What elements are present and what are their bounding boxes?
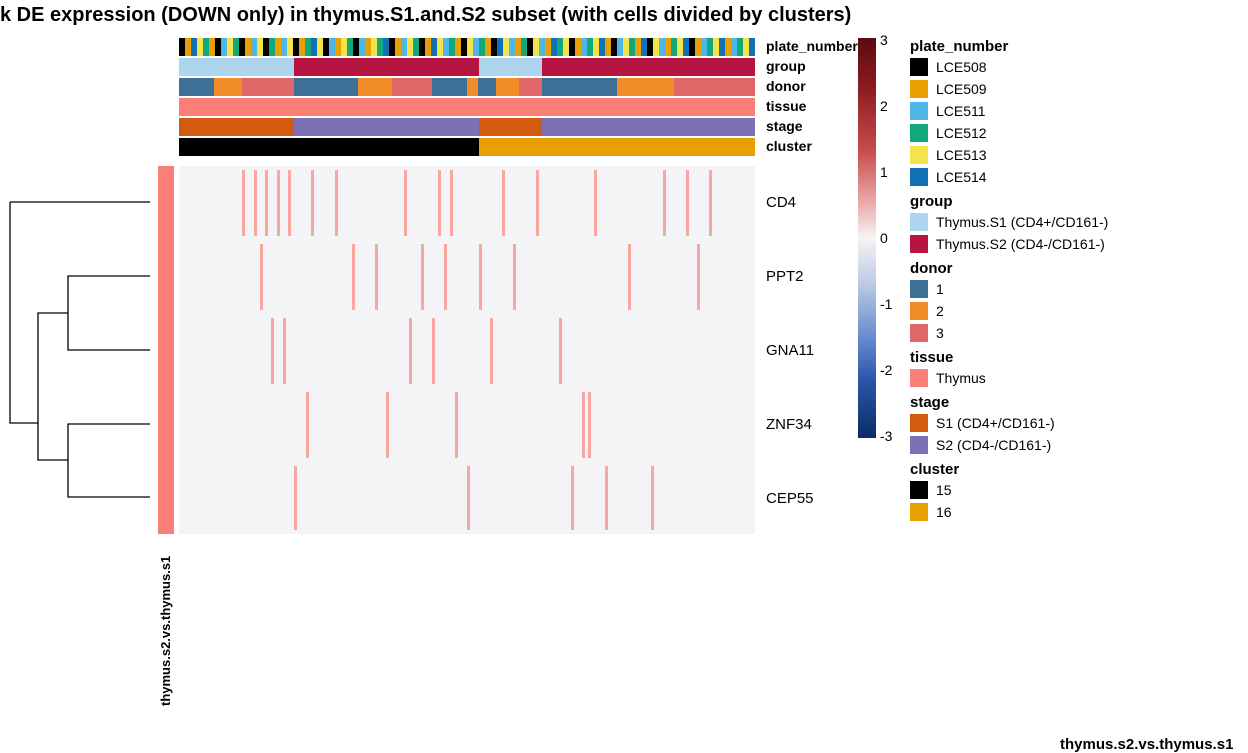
legend-swatch <box>910 369 928 387</box>
annotation-row-tissue <box>179 98 755 116</box>
legend-swatch <box>910 102 928 120</box>
legend-item: LCE514 <box>910 167 1240 187</box>
legend-swatch <box>910 124 928 142</box>
cutoff-label: thymus.s2.vs.thymus.s1 <box>1060 736 1233 753</box>
annotation-label: donor <box>766 78 806 94</box>
annotation-row-stage <box>179 118 755 136</box>
color-scale-tick: 3 <box>880 32 888 48</box>
legend-title-plate_number: plate_number <box>910 38 1240 55</box>
gene-label: CEP55 <box>766 490 814 507</box>
legend-item: S1 (CD4+/CD161-) <box>910 413 1240 433</box>
color-scale-tick: 2 <box>880 98 888 114</box>
annotation-label: tissue <box>766 98 806 114</box>
legend-swatch <box>910 436 928 454</box>
legend-item: LCE508 <box>910 57 1240 77</box>
legend-label: LCE514 <box>936 169 987 185</box>
legend-label: 16 <box>936 504 952 520</box>
gene-label: ZNF34 <box>766 416 812 433</box>
legend-item: Thymus <box>910 368 1240 388</box>
legend-label: LCE512 <box>936 125 987 141</box>
heatmap-row <box>179 166 755 240</box>
legend-swatch <box>910 503 928 521</box>
legend-swatch <box>910 213 928 231</box>
legend-label: LCE511 <box>936 103 986 119</box>
legend-item: 2 <box>910 301 1240 321</box>
heatmap-row <box>179 240 755 314</box>
color-scale-tick: -1 <box>880 296 892 312</box>
row-dendrogram <box>8 166 150 534</box>
legend-label: Thymus.S2 (CD4-/CD161-) <box>936 236 1105 252</box>
legend-item: Thymus.S2 (CD4-/CD161-) <box>910 234 1240 254</box>
color-scale-tick: 1 <box>880 164 888 180</box>
row-annotation-label: thymus.s2.vs.thymus.s1 <box>158 556 173 706</box>
column-annotation-block <box>179 38 755 158</box>
legend-label: Thymus <box>936 370 986 386</box>
legend-swatch <box>910 146 928 164</box>
legend-title-donor: donor <box>910 260 1240 277</box>
legend-label: 2 <box>936 303 944 319</box>
annotation-label: cluster <box>766 138 812 154</box>
legend-item: 3 <box>910 323 1240 343</box>
legend-title-tissue: tissue <box>910 349 1240 366</box>
annotation-row-cluster <box>179 138 755 156</box>
legend-swatch <box>910 414 928 432</box>
legend-label: Thymus.S1 (CD4+/CD161-) <box>936 214 1108 230</box>
gene-label: GNA11 <box>766 342 814 359</box>
legend-label: LCE513 <box>936 147 987 163</box>
heatmap-row <box>179 314 755 388</box>
color-scale-tick: -3 <box>880 428 892 444</box>
color-scale-tick: 0 <box>880 230 888 246</box>
annotation-row-group <box>179 58 755 76</box>
legend-label: 15 <box>936 482 952 498</box>
row-annotation-bar <box>158 166 174 534</box>
color-scale-bar <box>858 38 876 438</box>
gene-label: CD4 <box>766 194 796 211</box>
legend-swatch <box>910 302 928 320</box>
legend-swatch <box>910 481 928 499</box>
legend-label: LCE508 <box>936 59 987 75</box>
legend-swatch <box>910 80 928 98</box>
heatmap-body <box>179 166 755 534</box>
legend-swatch <box>910 324 928 342</box>
chart-title: k DE expression (DOWN only) in thymus.S1… <box>0 4 851 27</box>
legend-item: 16 <box>910 502 1240 522</box>
legend-item: 1 <box>910 279 1240 299</box>
annotation-label: group <box>766 58 806 74</box>
legend-swatch <box>910 280 928 298</box>
heatmap-row <box>179 462 755 534</box>
legend-label: 3 <box>936 325 944 341</box>
legend-title-stage: stage <box>910 394 1240 411</box>
gene-label: PPT2 <box>766 268 804 285</box>
legend-swatch <box>910 235 928 253</box>
legend-title-cluster: cluster <box>910 461 1240 478</box>
legend-item: S2 (CD4-/CD161-) <box>910 435 1240 455</box>
legend-label: S1 (CD4+/CD161-) <box>936 415 1055 431</box>
legend-item: 15 <box>910 480 1240 500</box>
legend-swatch <box>910 168 928 186</box>
legend-panel: plate_number LCE508 LCE509 LCE511 LCE512 LCE5… <box>910 32 1240 524</box>
annotation-label: plate_number <box>766 38 858 54</box>
color-scale-tick: -2 <box>880 362 892 378</box>
heatmap-row <box>179 388 755 462</box>
legend-title-group: group <box>910 193 1240 210</box>
legend-item: LCE513 <box>910 145 1240 165</box>
legend-label: LCE509 <box>936 81 987 97</box>
legend-item: LCE509 <box>910 79 1240 99</box>
legend-label: 1 <box>936 281 944 297</box>
annotation-row-donor <box>179 78 755 96</box>
legend-item: LCE512 <box>910 123 1240 143</box>
legend-swatch <box>910 58 928 76</box>
legend-label: S2 (CD4-/CD161-) <box>936 437 1051 453</box>
annotation-row-plate-number <box>179 38 755 56</box>
legend-item: LCE511 <box>910 101 1240 121</box>
annotation-label: stage <box>766 118 803 134</box>
legend-item: Thymus.S1 (CD4+/CD161-) <box>910 212 1240 232</box>
